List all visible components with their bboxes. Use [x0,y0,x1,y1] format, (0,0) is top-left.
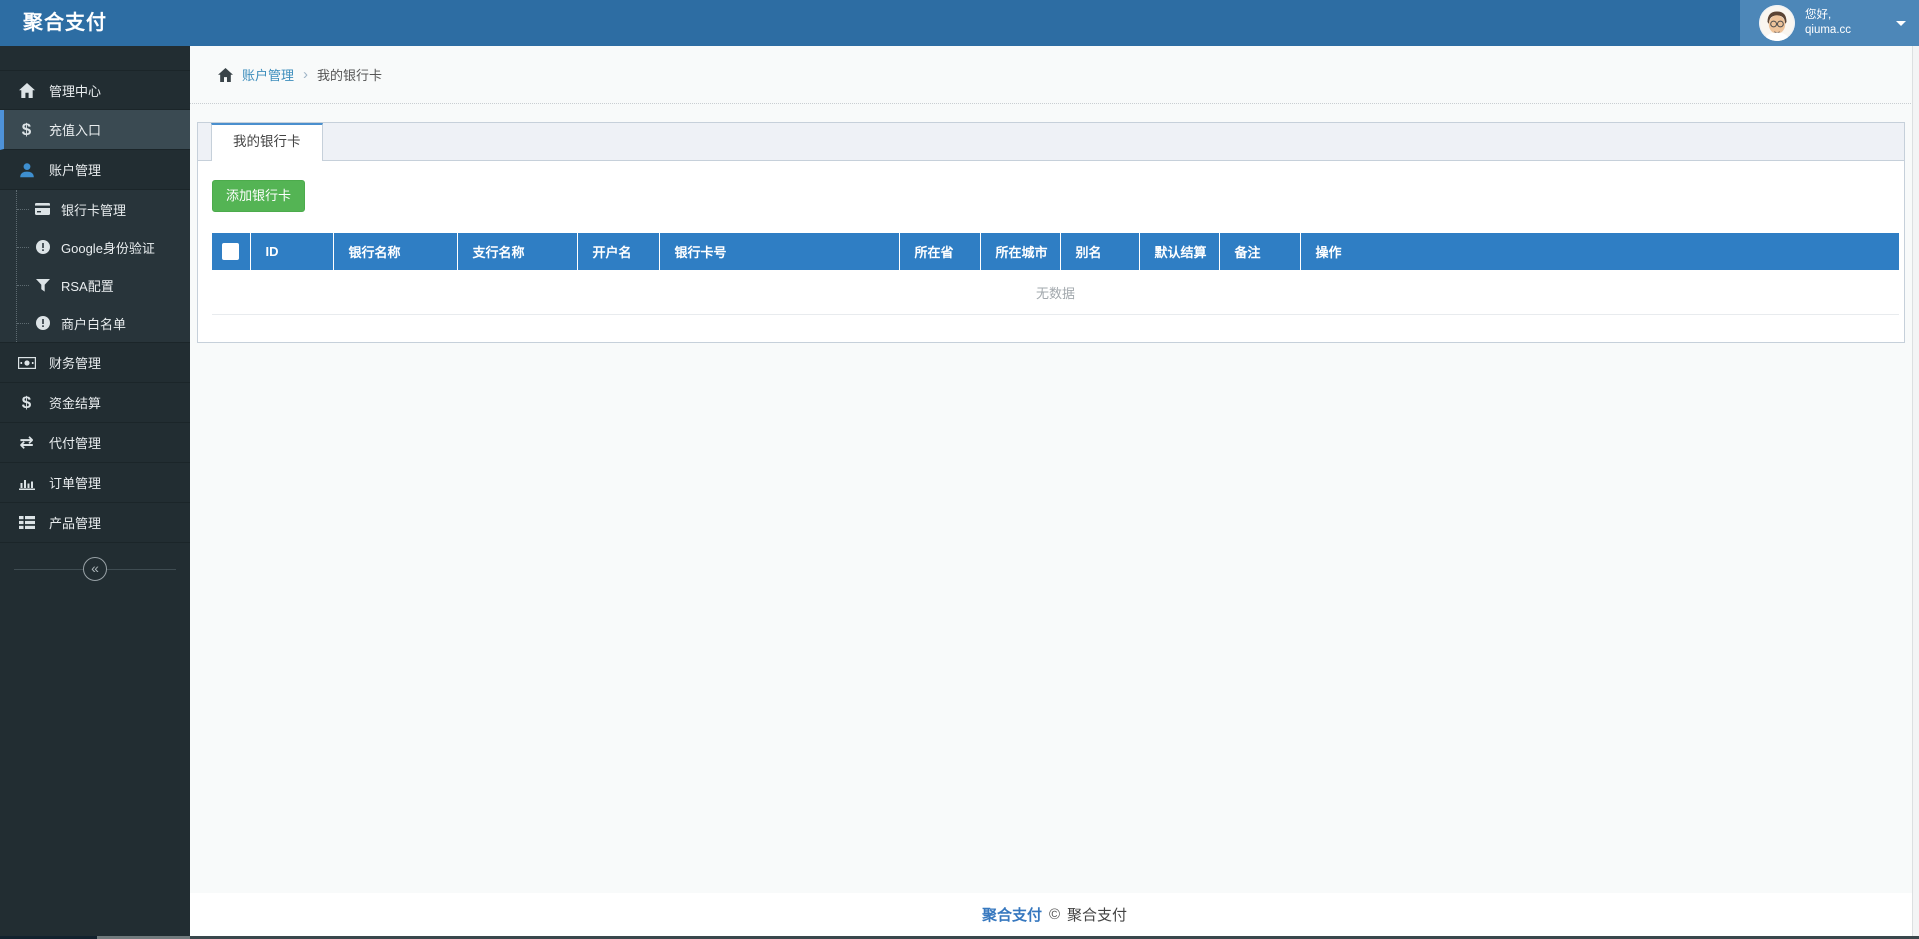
app-logo[interactable]: 聚合支付 [0,0,190,46]
sidebar-item-label: RSA配置 [61,278,114,294]
footer-brand-text: 聚合支付 [1067,907,1128,924]
sidebar-item-label: 订单管理 [49,476,102,491]
sidebar-item-recharge-entry[interactable]: $ 充值入口 [0,110,190,150]
copyright-symbol: © [1048,906,1061,923]
column-header-province: 所在省 [899,233,981,270]
sidebar-item-product-management[interactable]: 产品管理 [0,503,190,543]
sidebar-item-google-auth[interactable]: Google身份验证 [0,228,190,266]
sidebar-submenu-account: 银行卡管理 Google身份验证 RSA配置 商户白名单 [0,190,190,343]
list-icon [17,516,36,529]
sidebar-item-label: Google身份验证 [61,240,155,256]
add-bank-card-button[interactable]: 添加银行卡 [212,180,306,212]
sidebar-item-payout-management[interactable]: ⇄ 代付管理 [0,423,190,463]
column-header-actions: 操作 [1300,233,1899,270]
user-greeting: 您好, qiuma.cc [1805,9,1852,36]
avatar [1759,5,1795,41]
credit-card-icon [34,203,51,215]
column-header-remark: 备注 [1219,233,1301,270]
banknote-icon [17,356,36,369]
column-header-bank-name: 银行名称 [333,233,458,270]
sidebar-item-label: 代付管理 [49,436,102,451]
topbar: 聚合支付 您好, qiuma.cc [0,0,1919,46]
breadcrumb: 账户管理 › 我的银行卡 [190,46,1919,104]
sidebar-item-finance-management[interactable]: 财务管理 [0,343,190,383]
select-all-checkbox[interactable] [222,243,240,261]
column-header-alias: 别名 [1060,233,1140,270]
footer-brand-link[interactable]: 聚合支付 [982,904,1042,925]
sidebar-item-label: 账户管理 [49,163,102,178]
column-header-default-settlement: 默认结算 [1139,233,1220,270]
home-icon[interactable] [218,67,233,82]
content-area: 账户管理 › 我的银行卡 我的银行卡 添加银行卡 ID 银行名称 支行名称 开户… [190,46,1919,939]
sidebar-item-bank-card-management[interactable]: 银行卡管理 [0,190,190,228]
header-checkbox-cell [212,233,251,270]
sidebar-item-label: 银行卡管理 [61,202,127,218]
bank-cards-table: ID 银行名称 支行名称 开户名 银行卡号 所在省 所在城市 别名 默认结算 备… [212,233,1899,315]
user-icon [17,162,36,178]
sidebar-item-label: 财务管理 [49,356,102,371]
username: qiuma.cc [1805,24,1852,36]
sidebar-item-label: 充值入口 [49,123,102,138]
tab-my-bank-cards[interactable]: 我的银行卡 [211,123,323,161]
sidebar-item-management-center[interactable]: 管理中心 [0,70,190,110]
column-header-branch-name: 支行名称 [457,233,578,270]
my-bank-cards-panel: 我的银行卡 添加银行卡 ID 银行名称 支行名称 开户名 银行卡号 所在省 所在… [197,122,1905,343]
collapse-icon[interactable]: « [83,557,107,581]
sidebar: 管理中心 $ 充值入口 账户管理 银行卡管理 Google身份验证 RSA配置 … [0,46,190,939]
chevron-down-icon [1896,21,1906,31]
panel-body: 添加银行卡 ID 银行名称 支行名称 开户名 银行卡号 所在省 所在城市 别名 … [198,161,1904,342]
app-title: 聚合支付 [23,12,107,34]
tab-strip: 我的银行卡 [198,123,1904,161]
column-header-id: ID [250,233,334,270]
column-header-account-name: 开户名 [577,233,660,270]
table-header-row: ID 银行名称 支行名称 开户名 银行卡号 所在省 所在城市 别名 默认结算 备… [212,233,1899,270]
column-header-card-number: 银行卡号 [659,233,900,270]
empty-state-text: 无数据 [212,270,1899,315]
breadcrumb-link-account-management[interactable]: 账户管理 [242,65,294,84]
dollar-icon: $ [21,393,32,412]
sidebar-item-label: 管理中心 [49,83,102,99]
home-icon [17,82,36,98]
scrollbar[interactable] [1912,46,1919,936]
empty-row: 无数据 [212,270,1899,315]
exchange-icon: ⇄ [19,433,34,452]
breadcrumb-separator: › [303,66,309,83]
footer: 聚合支付 © 聚合支付 [190,893,1919,936]
sidebar-item-order-management[interactable]: 订单管理 [0,463,190,503]
dollar-icon: $ [21,120,32,139]
sidebar-item-label: 资金结算 [49,396,102,411]
breadcrumb-current: 我的银行卡 [317,68,383,83]
sidebar-item-label: 商户白名单 [61,316,127,332]
bar-chart-icon [17,476,36,490]
exclamation-circle-icon [34,240,51,254]
sidebar-collapse[interactable]: « [0,551,190,587]
column-header-city: 所在城市 [980,233,1061,270]
sidebar-item-rsa-config[interactable]: RSA配置 [0,266,190,304]
sidebar-item-fund-settlement[interactable]: $ 资金结算 [0,383,190,423]
sidebar-item-merchant-whitelist[interactable]: 商户白名单 [0,304,190,342]
sidebar-item-account-management[interactable]: 账户管理 [0,150,190,190]
sidebar-item-label: 产品管理 [49,516,102,531]
exclamation-circle-icon [34,316,51,330]
filter-icon [34,278,51,292]
user-menu[interactable]: 您好, qiuma.cc [1740,0,1919,46]
